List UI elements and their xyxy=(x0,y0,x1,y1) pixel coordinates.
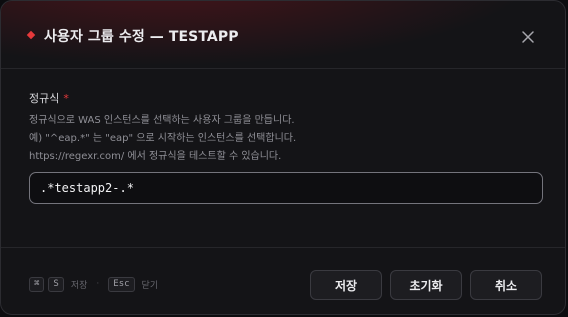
dialog-title: 사용자 그룹 수정 — TESTAPP xyxy=(44,29,239,45)
reset-button[interactable]: 초기화 xyxy=(390,270,462,300)
command-key: ⌘ xyxy=(29,276,45,292)
close-button[interactable] xyxy=(519,28,537,46)
close-icon xyxy=(522,31,534,43)
s-key: S xyxy=(48,276,64,292)
shortcut-separator: · xyxy=(96,279,100,289)
regex-label-text: 정규식 xyxy=(29,92,60,105)
help-line-2: 예) "^eap.*" 는 "eap" 으로 시작하는 인스턴스를 선택합니다. xyxy=(29,133,297,144)
regex-input[interactable] xyxy=(29,172,543,204)
save-shortcut-label: 저장 xyxy=(70,280,88,291)
keyboard-shortcuts-hint: ⌘ S 저장 · Esc 닫기 xyxy=(29,276,167,292)
required-mark: * xyxy=(63,92,69,105)
regex-field-label: 정규식 * xyxy=(29,90,69,106)
close-shortcut-label: 닫기 xyxy=(141,280,159,291)
help-line-3: https://regexr.com/ 에서 정규식을 테스트할 수 있습니다. xyxy=(29,151,282,162)
dialog-header: 사용자 그룹 수정 — TESTAPP xyxy=(1,1,565,69)
diamond-icon xyxy=(26,30,36,40)
help-line-1: 정규식으로 WAS 인스턴스를 선택하는 사용자 그룹을 만듭니다. xyxy=(29,115,295,126)
dialog-footer-divider xyxy=(1,247,565,248)
cancel-button[interactable]: 취소 xyxy=(470,270,542,300)
edit-user-group-dialog: 사용자 그룹 수정 — TESTAPP 정규식 * 정규식으로 WAS 인스턴스를… xyxy=(0,0,566,315)
esc-key: Esc xyxy=(108,276,135,292)
save-button[interactable]: 저장 xyxy=(310,270,382,300)
regex-help-text: 정규식으로 WAS 인스턴스를 선택하는 사용자 그룹을 만듭니다. 예) "^… xyxy=(29,112,296,166)
